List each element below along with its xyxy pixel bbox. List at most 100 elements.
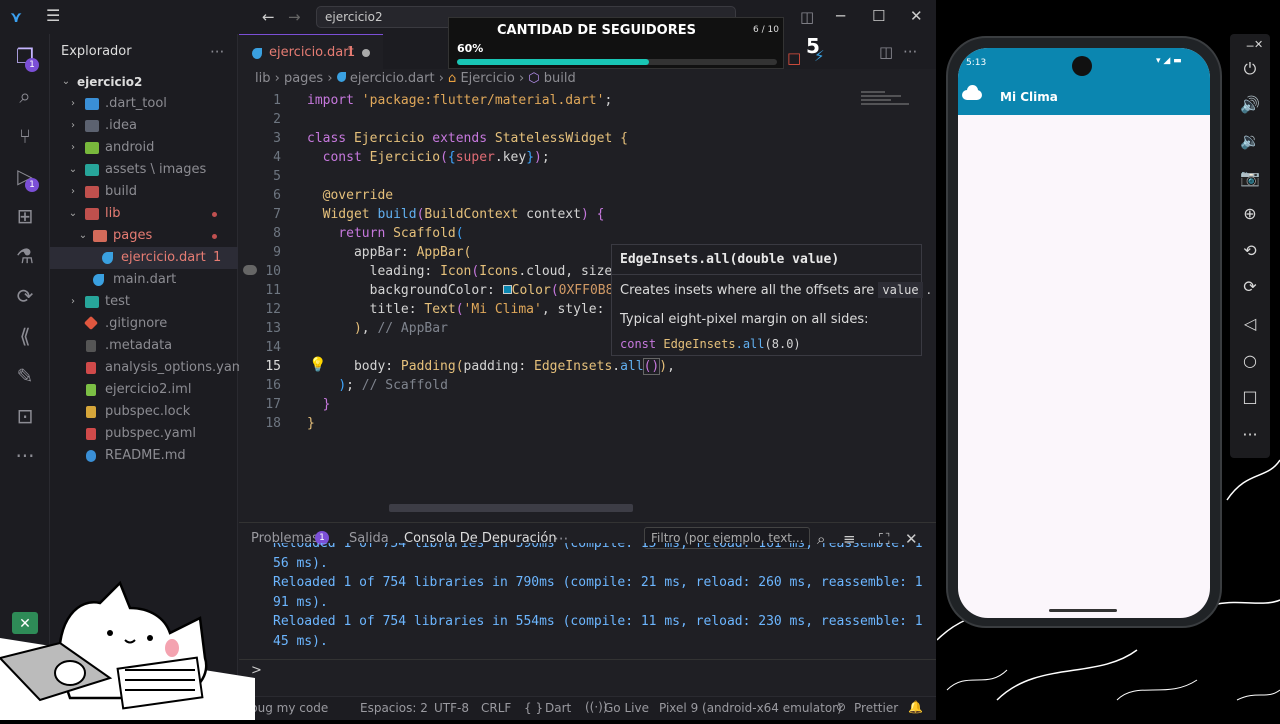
- tree-item-readme[interactable]: README.md: [50, 445, 238, 467]
- breadcrumb-file[interactable]: ejercicio.dart: [350, 71, 435, 86]
- home-icon[interactable]: ○: [1230, 352, 1270, 370]
- explorer-more-icon[interactable]: ···: [210, 44, 224, 60]
- tree-item-assets-images[interactable]: ⌄ assets \ images: [50, 159, 238, 181]
- status-spaces[interactable]: Espacios: 2: [360, 701, 428, 715]
- tree-item-ejercicio-dart[interactable]: ejercicio.dart 1: [50, 247, 238, 269]
- source-control-icon[interactable]: ⑂: [13, 124, 37, 148]
- testing-icon[interactable]: ⚗: [13, 244, 37, 268]
- counter-progress-fill: [457, 59, 649, 65]
- extensions-icon[interactable]: ⊞: [13, 204, 37, 228]
- more-icon[interactable]: ···: [13, 444, 37, 468]
- prettier-icon: ⊘: [836, 700, 847, 714]
- counter-title: CANTIDAD DE SEGUIDORES: [497, 23, 696, 38]
- breadcrumb-pages[interactable]: pages: [284, 71, 323, 86]
- cloud-icon-puff: [967, 85, 978, 96]
- overview-icon[interactable]: □: [1230, 388, 1270, 406]
- chevron-right-icon: ›: [71, 186, 75, 197]
- back-icon[interactable]: ◁: [1230, 315, 1270, 333]
- tab-ejercicio-dart[interactable]: ejercicio.dart 1: [239, 34, 383, 69]
- layout-toggle-icon[interactable]: ◫: [800, 9, 814, 25]
- rotate-right-icon[interactable]: ⟳: [1230, 278, 1270, 296]
- tab-label: ejercicio.dart: [269, 45, 354, 60]
- power-icon[interactable]: ⏻: [1230, 60, 1270, 78]
- status-device[interactable]: Pixel 9 (android-x64 emulator): [659, 701, 842, 715]
- flutter-icon[interactable]: ⟪: [13, 324, 37, 348]
- editor-more-icon[interactable]: ···: [903, 44, 917, 60]
- close-window-icon[interactable]: ✕: [910, 8, 923, 24]
- camera-icon[interactable]: 📷: [1230, 169, 1270, 187]
- log-line: Reloaded 1 of 754 libraries in 790ms (co…: [273, 575, 923, 590]
- tab-count: 1: [347, 45, 356, 60]
- status-language[interactable]: Dart: [545, 701, 571, 715]
- dart-file-icon: [252, 48, 262, 59]
- gesture-bar[interactable]: [1049, 609, 1117, 612]
- tree-item-pubspec-lock[interactable]: pubspec.lock: [50, 401, 238, 423]
- phone-screen[interactable]: 5:13 ▾ ◢ ▬ Mi Clima: [958, 48, 1210, 618]
- zoom-icon[interactable]: ⊕: [1230, 205, 1270, 223]
- error-count: 1: [213, 250, 222, 265]
- volume-up-icon[interactable]: 🔊: [1230, 96, 1270, 114]
- tree-item-lib[interactable]: ⌄ lib: [50, 203, 238, 225]
- close-emulator-icon[interactable]: ✕: [1254, 38, 1263, 51]
- tree-item-pubspec-yaml[interactable]: pubspec.yaml: [50, 423, 238, 445]
- iml-file-icon: [86, 384, 96, 396]
- more-options-icon[interactable]: ···: [1230, 426, 1270, 444]
- app-title: Mi Clima: [1000, 90, 1058, 104]
- tree-item-pages[interactable]: ⌄ pages: [50, 225, 238, 247]
- tree-item-dart-tool[interactable]: › .dart_tool: [50, 93, 238, 115]
- breadcrumb-separator-icon: ›: [438, 71, 449, 86]
- tooltip-description-2: Typical eight-pixel margin on all sides:: [620, 312, 869, 327]
- unsaved-dot[interactable]: [362, 49, 370, 57]
- notifications-icon[interactable]: 🔔: [908, 700, 923, 714]
- tree-item-idea[interactable]: › .idea: [50, 115, 238, 137]
- search-icon[interactable]: ⌕: [13, 84, 37, 108]
- status-encoding[interactable]: UTF-8: [434, 701, 469, 715]
- breadcrumb-lib[interactable]: lib: [255, 71, 270, 86]
- tree-item-test[interactable]: › test: [50, 291, 238, 313]
- tree-item-metadata[interactable]: .metadata: [50, 335, 238, 357]
- console-input[interactable]: >: [239, 659, 936, 683]
- minimize-icon[interactable]: ─: [836, 8, 845, 24]
- status-debug[interactable]: bug my code: [250, 701, 328, 715]
- maximize-icon[interactable]: ☐: [872, 8, 885, 24]
- vscode-logo-icon: ⋎: [10, 8, 23, 26]
- tree-item-ejercicio2[interactable]: ⌄ ejercicio2: [50, 71, 238, 93]
- inspect-icon[interactable]: ⊡: [13, 404, 37, 428]
- menu-icon[interactable]: ☰: [46, 8, 60, 24]
- status-golive[interactable]: Go Live: [604, 701, 649, 715]
- tooltip-description: Creates insets where all the offsets are…: [620, 282, 931, 298]
- remote-icon[interactable]: ⟳: [13, 284, 37, 308]
- breadcrumb-separator-icon: ›: [518, 71, 529, 86]
- breadcrumb-method[interactable]: build: [544, 71, 576, 86]
- forward-arrow-icon[interactable]: →: [288, 9, 301, 25]
- status-eol[interactable]: CRLF: [481, 701, 511, 715]
- status-prettier[interactable]: Prettier: [854, 701, 898, 715]
- code-editor[interactable]: ejercicio.dart 1 ◫ ··· □ ⚡ lib › pages ›…: [239, 34, 936, 522]
- lightbulb-icon[interactable]: 💡: [309, 357, 326, 373]
- counter-count: 6 / 10: [753, 25, 779, 35]
- dart-file-icon: [102, 252, 113, 264]
- tree-item-android[interactable]: › android: [50, 137, 238, 159]
- tree-item-main-dart[interactable]: main.dart: [50, 269, 238, 291]
- chevron-down-icon: ⌄: [61, 76, 71, 87]
- class-icon: ⌂: [448, 71, 457, 86]
- rotate-left-icon[interactable]: ⟲: [1230, 242, 1270, 260]
- status-time: 5:13: [966, 58, 987, 68]
- tree-item-gitignore[interactable]: .gitignore: [50, 313, 238, 335]
- minimap[interactable]: [861, 89, 915, 119]
- git-file-icon: [83, 315, 99, 331]
- stop-icon[interactable]: □: [787, 50, 801, 66]
- tree-item-build[interactable]: › build: [50, 181, 238, 203]
- horizontal-scrollbar[interactable]: [389, 504, 633, 512]
- edit-icon[interactable]: ✎: [13, 364, 37, 388]
- tree-item-iml[interactable]: ejercicio2.iml: [50, 379, 238, 401]
- breadcrumb-class[interactable]: Ejercicio: [460, 71, 514, 86]
- search-box-text: ejercicio2: [325, 10, 383, 24]
- back-arrow-icon[interactable]: ←: [262, 9, 275, 25]
- split-editor-icon[interactable]: ◫: [879, 44, 893, 60]
- chevron-down-icon: ⌄: [68, 164, 78, 175]
- tree-item-analysis-options[interactable]: analysis_options.yaml: [50, 357, 248, 379]
- volume-down-icon[interactable]: 🔉: [1230, 132, 1270, 150]
- minimize-emulator-icon[interactable]: ─: [1230, 38, 1270, 56]
- pages-folder-icon: [93, 230, 107, 242]
